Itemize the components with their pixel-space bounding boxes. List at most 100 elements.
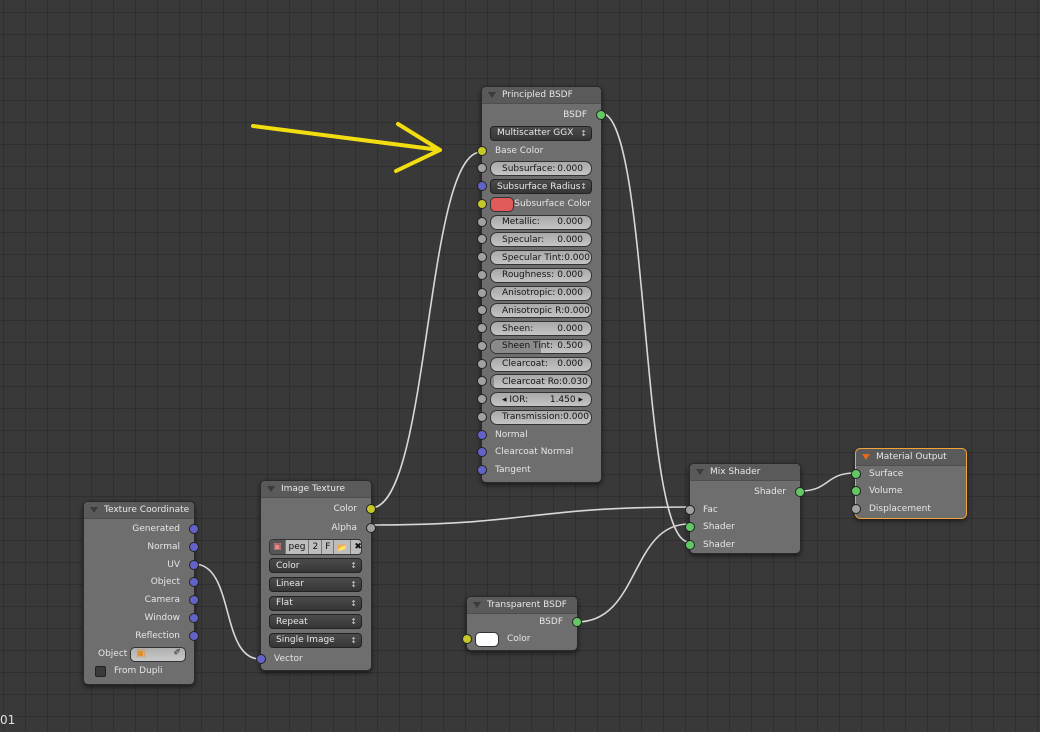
socket-float-icon[interactable]	[477, 376, 487, 387]
socket-vector-icon[interactable]	[477, 429, 487, 440]
transmission-slider[interactable]: Transmission: 0.000	[490, 409, 592, 425]
subsurface-slider[interactable]: Subsurface: 0.000	[490, 161, 592, 177]
eyedropper-icon[interactable]: ✐	[173, 648, 181, 658]
socket-vector-icon[interactable]	[189, 559, 199, 570]
slider-value: 0.000	[557, 234, 583, 245]
node-header[interactable]: Mix Shader	[690, 464, 800, 481]
socket-shader-icon[interactable]	[795, 487, 805, 497]
image-browse-icon[interactable]: ▣	[270, 540, 286, 555]
unlink-close-icon[interactable]: ✖	[351, 540, 361, 554]
window-label: Window	[144, 613, 181, 623]
image-name[interactable]: peg	[286, 540, 310, 555]
collapse-triangle-icon[interactable]	[862, 454, 870, 460]
node-header[interactable]: Image Texture	[261, 481, 371, 498]
color-swatch[interactable]	[475, 632, 499, 647]
socket-vector-icon[interactable]	[477, 465, 487, 475]
node-mix-shader[interactable]: Mix Shader Shader Fac Shader Shader	[685, 463, 805, 554]
single-image-dropdown[interactable]: Single Image	[269, 632, 362, 648]
collapse-triangle-icon[interactable]	[473, 602, 481, 608]
socket-color-icon[interactable]	[477, 145, 487, 156]
row-uv: UV	[84, 557, 199, 573]
row-alpha: Alpha	[261, 520, 376, 536]
node-material-output[interactable]: Material Output Surface Volume Displacement	[851, 448, 967, 519]
socket-float-icon[interactable]	[477, 269, 487, 280]
socket-color-icon[interactable]	[366, 504, 376, 514]
linear-dropdown[interactable]: Linear	[269, 576, 362, 592]
open-folder-icon[interactable]: 📂	[334, 540, 352, 555]
socket-float-icon[interactable]	[477, 287, 487, 298]
subsurface-radius-dropdown[interactable]: Subsurface Radius	[490, 179, 592, 194]
socket-vector-icon[interactable]	[477, 181, 487, 191]
multiscatter-ggx-dropdown[interactable]: Multiscatter GGX	[490, 125, 592, 141]
clearcoat-slider[interactable]: Clearcoat: 0.000	[490, 356, 592, 372]
row-tangent: Tangent	[477, 462, 601, 478]
socket-float-icon[interactable]	[477, 216, 487, 227]
flat-dropdown[interactable]: Flat	[269, 595, 362, 611]
socket-vector-icon[interactable]	[189, 541, 199, 552]
socket-float-icon[interactable]	[477, 163, 487, 174]
node-header[interactable]: Texture Coordinate	[84, 502, 194, 519]
repeat-dropdown[interactable]: Repeat	[269, 614, 362, 630]
socket-float-icon[interactable]	[477, 340, 487, 351]
socket-color-icon[interactable]	[462, 634, 472, 644]
socket-vector-icon[interactable]	[256, 653, 266, 664]
collapse-triangle-icon[interactable]	[267, 486, 275, 492]
node-header[interactable]: Principled BSDF	[482, 87, 601, 104]
socket-vector-icon[interactable]	[189, 524, 199, 534]
row-sheen: Sheen: 0.000	[477, 320, 601, 336]
metallic-slider[interactable]: Metallic: 0.000	[490, 214, 592, 230]
clearcoat-ro-slider[interactable]: Clearcoat Ro: 0.030	[490, 374, 592, 390]
node-image-texture[interactable]: Image Texture Color Alpha ▣peg2F📂✖ Color Line…	[256, 480, 376, 671]
anisotropic-r-slider[interactable]: Anisotropic R: 0.000	[490, 303, 592, 319]
node-principled-bsdf[interactable]: Principled BSDF BSDF Multiscatter GGX Base …	[477, 86, 606, 483]
from-dupli-checkbox[interactable]	[95, 665, 106, 677]
socket-vector-icon[interactable]	[189, 577, 199, 588]
roughness-slider[interactable]: Roughness: 0.000	[490, 267, 592, 283]
socket-float-icon[interactable]	[477, 411, 487, 422]
surface-label: Surface	[869, 469, 904, 479]
shader-label: Shader	[703, 522, 735, 532]
socket-shader-icon[interactable]	[685, 522, 695, 532]
row-bsdf: BSDF	[482, 107, 606, 123]
collapse-triangle-icon[interactable]	[696, 469, 704, 475]
socket-shader-icon[interactable]	[851, 469, 861, 479]
sheen-slider[interactable]: Sheen: 0.000	[490, 321, 592, 336]
socket-shader-icon[interactable]	[685, 539, 695, 550]
slider-label: Sheen:	[502, 323, 534, 334]
fake-user-toggle[interactable]: F	[322, 540, 335, 555]
socket-vector-icon[interactable]	[477, 447, 487, 458]
row-displacement: Displacement	[851, 501, 966, 517]
specular-tint-slider[interactable]: Specular Tint: 0.000	[490, 250, 592, 265]
socket-float-icon[interactable]	[477, 305, 487, 316]
sheen-tint-slider[interactable]: Sheen Tint: 0.500	[490, 338, 592, 354]
socket-float-icon[interactable]	[685, 504, 695, 515]
socket-float-icon[interactable]	[477, 252, 487, 262]
ior-slider[interactable]: ◂ IOR: 1.450 ▸	[490, 392, 592, 407]
socket-vector-icon[interactable]	[189, 595, 199, 606]
socket-float-icon[interactable]	[477, 358, 487, 369]
row-transmission: Transmission: 0.000	[477, 409, 601, 425]
object-picker-field[interactable]: ▣ ✐	[130, 646, 186, 662]
node-texture-coordinate[interactable]: Texture Coordinate Generated Normal UV Objec…	[83, 501, 199, 685]
anisotropic-slider[interactable]: Anisotropic: 0.000	[490, 285, 592, 301]
specular-slider[interactable]: Specular: 0.000	[490, 232, 592, 248]
collapse-triangle-icon[interactable]	[488, 92, 496, 98]
color-swatch[interactable]	[490, 196, 514, 212]
socket-float-icon[interactable]	[366, 522, 376, 533]
node-transparent-bsdf[interactable]: Transparent BSDF BSDF Color	[462, 596, 582, 651]
socket-vector-icon[interactable]	[189, 630, 199, 641]
socket-shader-icon[interactable]	[596, 110, 606, 120]
socket-float-icon[interactable]	[477, 394, 487, 404]
socket-float-icon[interactable]	[851, 503, 861, 514]
node-header[interactable]: Transparent BSDF	[467, 597, 577, 614]
socket-color-icon[interactable]	[477, 198, 487, 209]
collapse-triangle-icon[interactable]	[90, 507, 98, 513]
socket-shader-icon[interactable]	[851, 486, 861, 497]
socket-float-icon[interactable]	[477, 323, 487, 333]
socket-vector-icon[interactable]	[189, 613, 199, 623]
node-header[interactable]: Material Output	[856, 449, 966, 466]
image-datablock-selector[interactable]: ▣ peg 2 F 📂 ✖	[269, 539, 362, 556]
socket-shader-icon[interactable]	[572, 617, 582, 627]
socket-float-icon[interactable]	[477, 234, 487, 245]
color-dropdown[interactable]: Color	[269, 558, 362, 574]
